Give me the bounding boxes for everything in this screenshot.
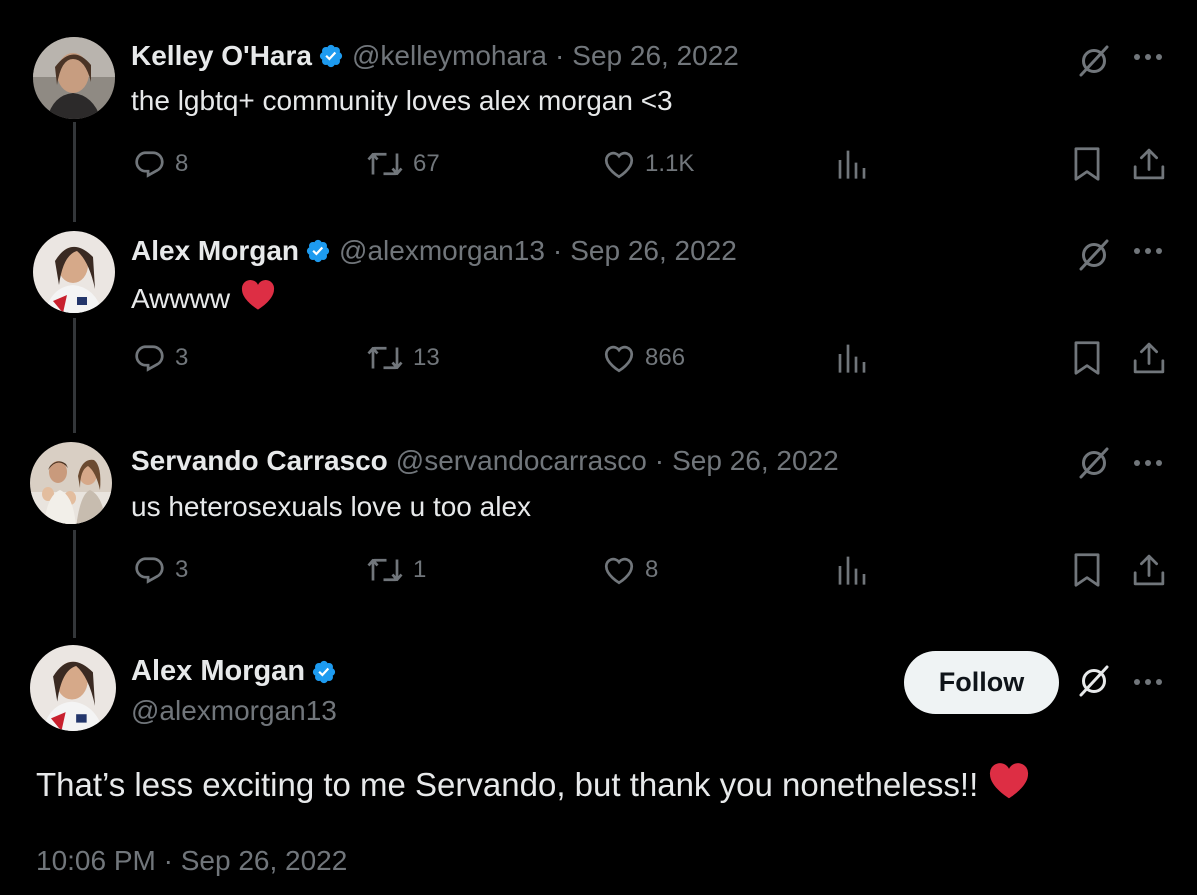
like-button[interactable]: 8	[601, 552, 658, 588]
tweet-date[interactable]: Sep 26, 2022	[672, 445, 839, 477]
bookmark-icon	[1074, 147, 1100, 181]
reply-button[interactable]: 8	[131, 146, 188, 182]
follow-button[interactable]: Follow	[904, 651, 1059, 714]
views-button[interactable]	[836, 552, 868, 588]
more-icon[interactable]	[1132, 456, 1164, 475]
author-name[interactable]: Alex Morgan	[131, 655, 305, 688]
verified-badge-icon	[311, 659, 337, 685]
grok-icon[interactable]	[1075, 236, 1113, 279]
repost-count: 13	[413, 344, 440, 371]
views-icon	[838, 150, 866, 179]
views-button[interactable]	[836, 146, 868, 182]
like-count: 1.1K	[645, 150, 695, 177]
repost-button[interactable]: 13	[365, 340, 440, 376]
avatar[interactable]	[30, 442, 112, 524]
author-handle[interactable]: @alexmorgan13	[131, 695, 337, 727]
repost-icon	[367, 346, 403, 370]
separator-dot: ·	[654, 445, 665, 476]
views-icon	[838, 344, 866, 373]
tweet-servando-carrasco[interactable]: Servando Carrasco @servandocarrasco · Se…	[0, 405, 1197, 605]
more-icon[interactable]	[1132, 50, 1164, 69]
tweet-text: Awwww	[131, 282, 231, 314]
tweet-alex-morgan-reply[interactable]: Alex Morgan @alexmorgan13 · Sep 26, 2022…	[0, 195, 1197, 395]
tweet-date[interactable]: Sep 26, 2022	[570, 235, 737, 267]
reply-icon	[135, 557, 164, 584]
author-handle[interactable]: @alexmorgan13	[339, 235, 545, 267]
red-heart-emoji	[988, 762, 1030, 808]
like-button[interactable]: 866	[601, 340, 685, 376]
more-icon[interactable]	[1132, 244, 1164, 263]
share-icon	[1133, 554, 1165, 586]
like-icon	[604, 345, 634, 373]
bookmark-icon	[1074, 341, 1100, 375]
like-button[interactable]: 1.1K	[601, 146, 694, 182]
tweet-timestamp[interactable]: 10:06 PM · Sep 26, 2022	[36, 845, 347, 877]
like-count: 8	[645, 556, 659, 583]
tweet-kelley-ohara[interactable]: Kelley O'Hara @kelleymohara · Sep 26, 20…	[0, 0, 1197, 200]
verified-badge-icon	[305, 238, 331, 264]
reply-icon	[135, 345, 164, 372]
author-handle[interactable]: @servandocarrasco	[396, 445, 647, 477]
views-icon	[838, 556, 866, 585]
bookmark-button[interactable]	[1071, 146, 1103, 182]
tweet-text: That’s less exciting to me Servando, but…	[36, 766, 979, 803]
grok-icon[interactable]	[1075, 42, 1113, 85]
repost-count: 1	[413, 556, 427, 583]
repost-icon	[367, 152, 403, 176]
share-icon	[1133, 148, 1165, 180]
tweet-text: the lgbtq+ community loves alex morgan <…	[131, 85, 673, 116]
bookmark-button[interactable]	[1071, 340, 1103, 376]
repost-count: 67	[413, 150, 440, 177]
like-icon	[604, 151, 634, 179]
author-name[interactable]: Alex Morgan	[131, 235, 299, 267]
tweet-actions: 3 13 866	[0, 340, 1197, 380]
repost-button[interactable]: 1	[365, 552, 426, 588]
avatar[interactable]	[33, 37, 115, 119]
tweet-thread: Kelley O'Hara @kelleymohara · Sep 26, 20…	[0, 0, 1197, 895]
more-icon[interactable]	[1132, 675, 1164, 694]
reply-count: 8	[175, 150, 189, 177]
reply-button[interactable]: 3	[131, 552, 188, 588]
grok-icon[interactable]	[1075, 662, 1113, 705]
like-count: 866	[645, 344, 686, 371]
repost-icon	[367, 558, 403, 582]
avatar[interactable]	[33, 231, 115, 313]
grok-icon[interactable]	[1075, 444, 1113, 487]
share-button[interactable]	[1132, 146, 1166, 182]
author-name[interactable]: Servando Carrasco	[131, 445, 388, 477]
share-icon	[1133, 342, 1165, 374]
reply-count: 3	[175, 556, 189, 583]
tweet-actions: 8 67 1.1K	[0, 146, 1197, 186]
tweet-date[interactable]: Sep 26, 2022	[572, 40, 739, 72]
bookmark-icon	[1074, 553, 1100, 587]
tweet-body: Awwww	[131, 279, 276, 318]
red-heart-emoji	[240, 279, 276, 318]
avatar[interactable]	[30, 645, 116, 731]
views-button[interactable]	[836, 340, 868, 376]
reply-icon	[135, 151, 164, 178]
author-handle[interactable]: @kelleymohara	[352, 40, 547, 72]
verified-badge-icon	[318, 43, 344, 69]
tweet-body: That’s less exciting to me Servando, but…	[36, 762, 1030, 808]
separator-dot: ·	[554, 40, 565, 71]
reply-button[interactable]: 3	[131, 340, 188, 376]
share-button[interactable]	[1132, 340, 1166, 376]
separator-dot: ·	[552, 235, 563, 266]
share-button[interactable]	[1132, 552, 1166, 588]
author-name[interactable]: Kelley O'Hara	[131, 40, 312, 72]
bookmark-button[interactable]	[1071, 552, 1103, 588]
tweet-actions: 3 1 8	[0, 552, 1197, 592]
repost-button[interactable]: 67	[365, 146, 440, 182]
like-icon	[604, 557, 634, 585]
tweet-text: us heterosexuals love u too alex	[131, 491, 532, 522]
reply-count: 3	[175, 344, 189, 371]
